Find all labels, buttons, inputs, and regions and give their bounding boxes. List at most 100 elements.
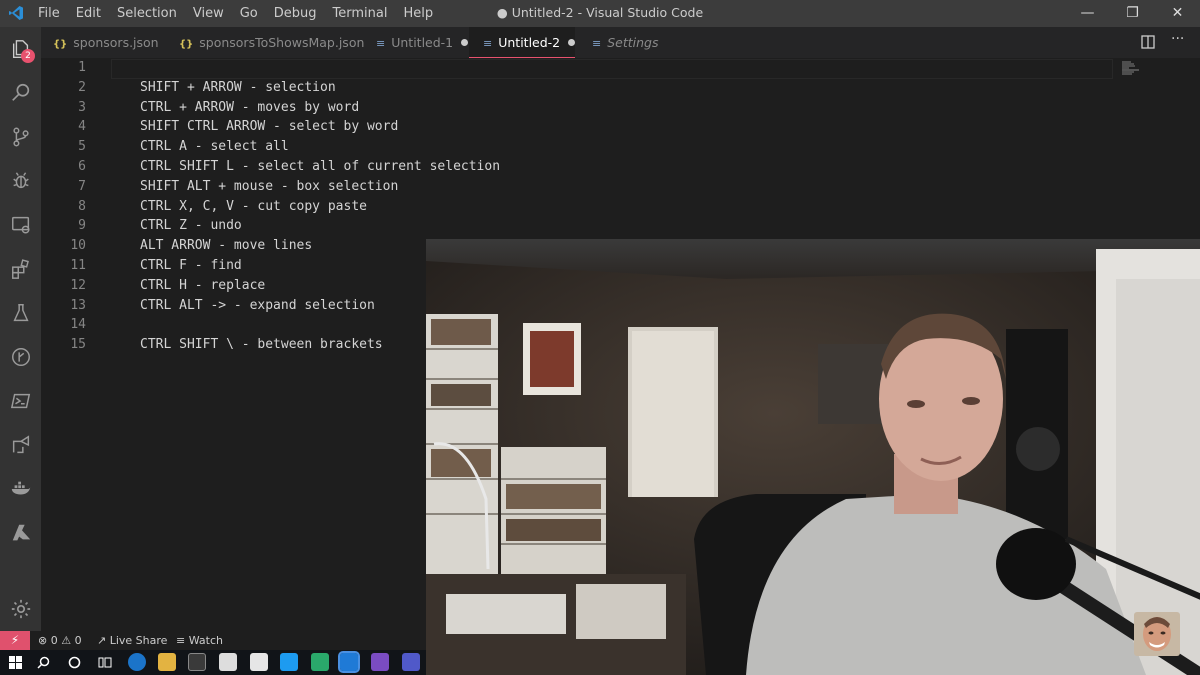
gear-icon[interactable]: [0, 587, 41, 631]
restore-button[interactable]: ❐: [1110, 0, 1155, 27]
debug-icon[interactable]: [0, 159, 41, 203]
whatsapp-icon[interactable]: [311, 653, 329, 671]
minimap[interactable]: [1121, 60, 1141, 76]
status-bar: ⚡ ⊗ 0 ⚠ 0 ↗ Live Share ≡ Watch: [0, 631, 426, 650]
menu-go[interactable]: Go: [232, 0, 266, 27]
code-line: SHIFT CTRL ARROW - select by word: [140, 119, 399, 134]
tab-label: Settings: [607, 35, 659, 50]
tab-sponsors-to-shows-map-json[interactable]: {} sponsorsToShowsMap.json: [179, 27, 364, 58]
current-line-highlight: [111, 59, 1113, 79]
json-file-icon: {}: [179, 39, 194, 50]
minimize-button[interactable]: —: [1065, 0, 1110, 27]
teams-icon[interactable]: [402, 653, 420, 671]
code-line: CTRL SHIFT L - select all of current sel…: [140, 159, 501, 174]
tab-untitled-1[interactable]: ≡ Untitled-1: [376, 27, 469, 58]
code-line: CTRL H - replace: [140, 278, 266, 293]
git-graph-icon[interactable]: [0, 335, 41, 379]
line-number: 3: [78, 100, 86, 115]
code-line: CTRL + ARROW - moves by word: [140, 100, 360, 115]
live-share-label: Live Share: [109, 634, 168, 647]
live-share-button[interactable]: ↗ Live Share: [97, 633, 167, 648]
search-icon[interactable]: [37, 656, 50, 669]
file-explorer-icon[interactable]: [158, 653, 176, 671]
tab-label: Untitled-2: [498, 35, 561, 50]
remote-explorer-icon[interactable]: [0, 203, 41, 247]
text-file-icon: ≡: [376, 37, 386, 50]
code-line: CTRL F - find: [140, 258, 242, 273]
editor-tabs: {} sponsors.json {} sponsorsToShowsMap.jso…: [41, 27, 1200, 58]
tab-label: sponsors.json: [73, 35, 159, 50]
code-line: SHIFT ALT + mouse - box selection: [140, 179, 399, 194]
split-editor-icon[interactable]: [1141, 35, 1155, 49]
code-line: CTRL SHIFT \ - between brackets: [140, 337, 383, 352]
visual-studio-icon[interactable]: [371, 653, 389, 671]
line-number: 6: [78, 159, 86, 174]
close-button[interactable]: ✕: [1155, 0, 1200, 27]
activity-bar: 2: [0, 27, 41, 631]
azure-icon[interactable]: [0, 511, 41, 555]
vscode-taskbar-icon[interactable]: [338, 651, 360, 673]
cortana-icon[interactable]: [68, 656, 81, 669]
edge-icon[interactable]: [128, 653, 146, 671]
code-line: CTRL A - select all: [140, 139, 289, 154]
source-control-icon[interactable]: [0, 115, 41, 159]
windows-start-icon[interactable]: [9, 656, 22, 669]
title-bar: File Edit Selection View Go Debug Termin…: [0, 0, 1200, 27]
line-number: 14: [70, 317, 86, 332]
line-number: 4: [78, 119, 86, 134]
remote-indicator-button[interactable]: ⚡: [0, 631, 30, 650]
code-line: SHIFT + ARROW - selection: [140, 80, 336, 95]
line-number: 13: [70, 298, 86, 313]
tab-label: Untitled-1: [391, 35, 454, 50]
live-share-icon[interactable]: [0, 423, 41, 467]
menu-bar: File Edit Selection View Go Debug Termin…: [30, 0, 441, 27]
code-line: CTRL ALT -> - expand selection: [140, 298, 375, 313]
menu-view[interactable]: View: [185, 0, 232, 27]
menu-edit[interactable]: Edit: [68, 0, 109, 27]
twitter-icon[interactable]: [280, 653, 298, 671]
line-number: 12: [70, 278, 86, 293]
window-controls: — ❐ ✕: [1065, 0, 1200, 27]
watch-icon: ≡: [176, 634, 186, 647]
code-line: CTRL Z - undo: [140, 218, 242, 233]
testing-icon[interactable]: [0, 291, 41, 335]
watch-button[interactable]: ≡ Watch: [176, 633, 223, 648]
line-number: 9: [78, 218, 86, 233]
tab-label: sponsorsToShowsMap.json: [199, 35, 365, 50]
line-number: 10: [70, 238, 86, 253]
unsaved-dot-icon[interactable]: [568, 39, 576, 46]
live-share-icon: ↗: [97, 634, 107, 647]
tab-untitled-2[interactable]: ≡ Untitled-2: [469, 27, 576, 58]
task-view-icon[interactable]: [98, 656, 112, 669]
mail-icon[interactable]: [219, 653, 237, 671]
menu-selection[interactable]: Selection: [109, 0, 185, 27]
warning-icon: ⚠: [61, 634, 72, 647]
line-number: 2: [78, 80, 86, 95]
explorer-icon[interactable]: 2: [0, 27, 41, 71]
search-icon[interactable]: [0, 71, 41, 115]
more-actions-icon[interactable]: ···: [1171, 31, 1184, 47]
menu-file[interactable]: File: [30, 0, 68, 27]
docker-icon[interactable]: [0, 467, 41, 511]
menu-help[interactable]: Help: [395, 0, 441, 27]
unsaved-dot-icon[interactable]: [461, 39, 469, 46]
problems-indicator[interactable]: ⊗ 0 ⚠ 0: [38, 633, 82, 648]
webcam-video-image: [426, 239, 1200, 675]
powershell-icon[interactable]: [0, 379, 41, 423]
line-number: 8: [78, 199, 86, 214]
tab-settings[interactable]: ≡ Settings: [592, 27, 659, 58]
extensions-icon[interactable]: [0, 247, 41, 291]
terminal-icon[interactable]: [188, 653, 206, 671]
avatar: [1134, 612, 1180, 656]
code-line: CTRL X, C, V - cut copy paste: [140, 199, 367, 214]
calendar-icon[interactable]: [250, 653, 268, 671]
explorer-badge: 2: [21, 49, 35, 63]
line-number: 7: [78, 179, 86, 194]
error-icon: ⊗: [38, 634, 48, 647]
tab-sponsors-json[interactable]: {} sponsors.json: [53, 27, 159, 58]
settings-file-icon: ≡: [592, 37, 602, 50]
menu-terminal[interactable]: Terminal: [325, 0, 396, 27]
line-number: 11: [70, 258, 86, 273]
windows-taskbar: [0, 650, 426, 675]
menu-debug[interactable]: Debug: [266, 0, 325, 27]
